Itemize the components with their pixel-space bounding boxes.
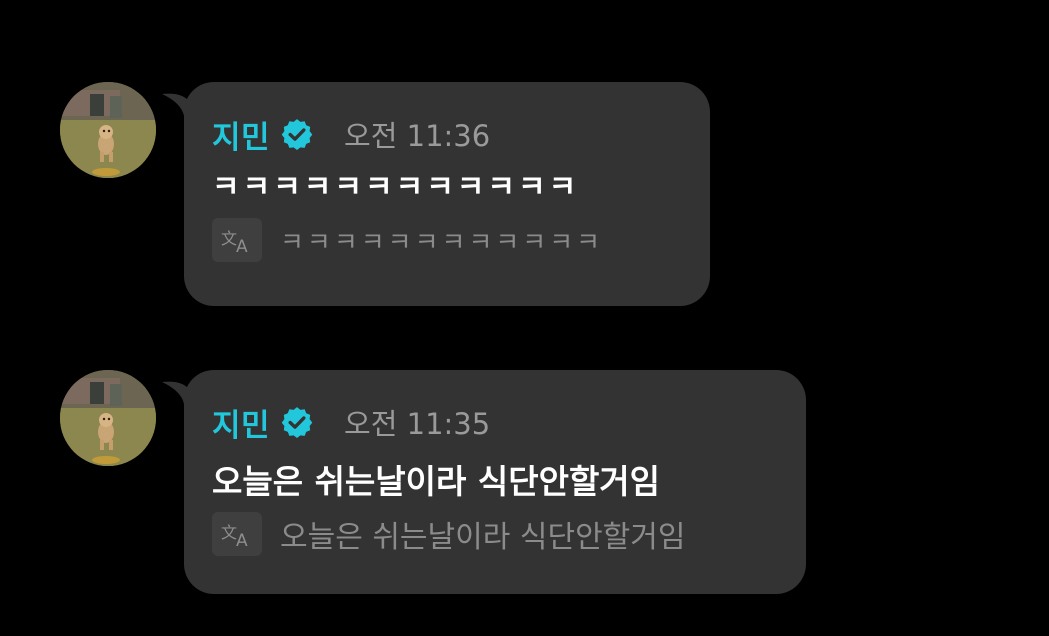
message-time: 오전 11:35 [344, 407, 491, 441]
message-text: ㅋㅋㅋㅋㅋㅋㅋㅋㅋㅋㅋㅋ [212, 170, 580, 205]
verified-badge-icon [281, 119, 313, 151]
translation-text: ㅋㅋㅋㅋㅋㅋㅋㅋㅋㅋㅋㅋ [280, 227, 604, 258]
svg-text:A: A [236, 531, 248, 549]
avatar-photo [60, 370, 156, 466]
avatar-photo [60, 82, 156, 178]
message-bubble[interactable]: 지민 오전 11:35 오늘은 쉬는날이라 식단안할거임 文 A 오늘은 쉬는날… [162, 370, 806, 594]
sender-name[interactable]: 지민 [212, 400, 270, 445]
verified-badge-icon [281, 407, 313, 439]
message-time: 오전 11:36 [344, 119, 491, 153]
avatar[interactable] [60, 82, 156, 178]
bubble-tail [162, 93, 202, 126]
translation-text: 오늘은 쉬는날이라 식단안할거임 [280, 520, 686, 555]
avatar[interactable] [60, 370, 156, 466]
bubble-tail [162, 381, 202, 414]
translation-row: 文 A 오늘은 쉬는날이라 식단안할거임 [212, 512, 776, 556]
message-bubble[interactable]: 지민 오전 11:36 ㅋㅋㅋㅋㅋㅋㅋㅋㅋㅋㅋㅋ 文 A ㅋㅋㅋㅋㅋㅋㅋㅋㅋㅋㅋ… [162, 82, 710, 306]
svg-text:A: A [236, 237, 248, 255]
sender-name[interactable]: 지민 [212, 112, 270, 157]
message-header: 지민 오전 11:36 [212, 112, 680, 156]
translation-row: 文 A ㅋㅋㅋㅋㅋㅋㅋㅋㅋㅋㅋㅋ [212, 218, 680, 262]
message-header: 지민 오전 11:35 [212, 400, 776, 444]
svg-text:文: 文 [221, 229, 237, 248]
translate-icon[interactable]: 文 A [212, 512, 262, 556]
translate-icon[interactable]: 文 A [212, 218, 262, 262]
message-text: 오늘은 쉬는날이라 식단안할거임 [212, 462, 661, 501]
svg-text:文: 文 [221, 523, 237, 542]
